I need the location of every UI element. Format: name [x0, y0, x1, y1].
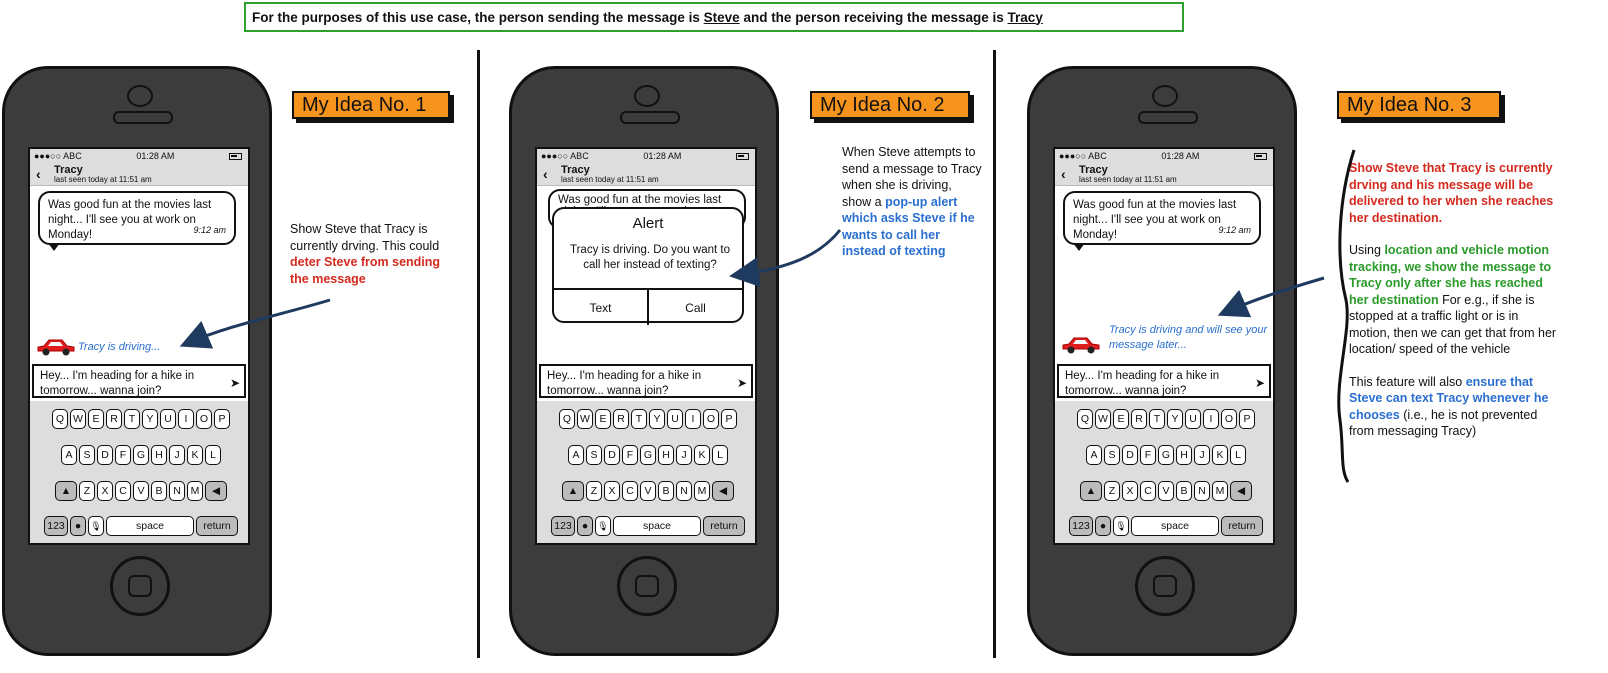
idea-2-arrow — [729, 229, 842, 288]
annotation-arrows — [179, 149, 1356, 483]
idea-3-arrow — [1217, 276, 1325, 318]
idea-1-arrow — [179, 298, 331, 349]
idea-3-brace — [1337, 149, 1356, 483]
